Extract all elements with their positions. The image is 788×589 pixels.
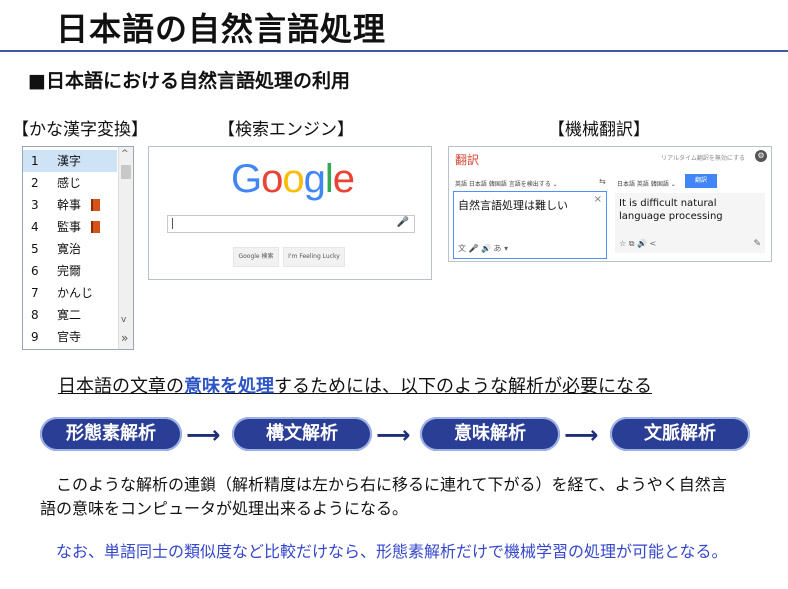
- logo-letter: G: [231, 157, 262, 201]
- ime-candidate[interactable]: 6 完爾: [23, 260, 117, 282]
- output-text: It is difficult natural language process…: [619, 198, 723, 222]
- translate-panel: 翻訳 リアルタイム翻訳を無効にする ⚙ 英語 日本語 韓国語 言語を検出する ⌄…: [448, 146, 772, 262]
- candidate-number: 3: [31, 198, 39, 212]
- swap-languages-icon[interactable]: ⇆: [599, 177, 606, 186]
- candidate-number: 9: [31, 330, 39, 344]
- logo-letter: l: [324, 157, 334, 201]
- candidate-number: 8: [31, 308, 39, 322]
- label-machine-translation: 【機械翻訳】: [548, 120, 650, 140]
- ime-candidate-window: 1 漢字 2 感じ 3 幹事 4 監事 5 寛治 6 完爾 7 かんじ 8 寛二 9 官寺 ^ v…: [22, 146, 134, 350]
- ime-candidate[interactable]: 4 監事: [23, 216, 117, 238]
- candidate-word: 感じ: [57, 176, 82, 190]
- source-language-tabs[interactable]: 英語 日本語 韓国語 言語を検出する ⌄: [455, 179, 558, 188]
- dictionary-book-icon[interactable]: [91, 199, 100, 211]
- paragraph-note: なお、単語同士の類似度など比較だけなら、形態素解析だけで機械学習の処理が可能とな…: [40, 542, 728, 561]
- expand-icon[interactable]: »: [121, 331, 128, 345]
- page-title: 日本語の自然言語処理: [56, 10, 387, 48]
- paragraph-analysis-chain: このような解析の連鎖（解析精度は左から右に移るに連れて下がる）を経て、ようやく自…: [40, 475, 727, 518]
- close-icon[interactable]: ×: [594, 194, 602, 205]
- candidate-number: 5: [31, 242, 39, 256]
- candidate-word: 幹事: [57, 198, 82, 212]
- flow-arrow-icon: ⟶: [186, 421, 221, 449]
- ime-candidate[interactable]: 8 寛二: [23, 304, 117, 326]
- ime-candidate[interactable]: 7 かんじ: [23, 282, 117, 304]
- candidate-number: 4: [31, 220, 39, 234]
- flow-step-morphological: 形態素解析: [40, 417, 182, 451]
- flow-step-syntactic: 構文解析: [232, 417, 372, 451]
- ime-candidate[interactable]: 5 寛治: [23, 238, 117, 260]
- pencil-icon[interactable]: ✎: [753, 239, 761, 249]
- source-tool-icons[interactable]: 文 🎤 🔊 あ ▾: [458, 243, 508, 254]
- candidate-word: 監事: [57, 220, 82, 234]
- logo-letter: o: [282, 157, 304, 201]
- label-kana-kanji: 【かな漢字変換】: [12, 120, 148, 140]
- candidate-number: 2: [31, 176, 39, 190]
- candidate-word: 漢字: [57, 154, 82, 168]
- candidate-word: かんじ: [57, 286, 94, 300]
- candidate-number: 1: [31, 154, 39, 168]
- logo-letter: e: [332, 157, 355, 201]
- logo-letter: o: [261, 157, 283, 201]
- label-search-engine: 【検索エンジン】: [218, 120, 354, 140]
- candidate-number: 6: [31, 264, 39, 278]
- realtime-toggle-link[interactable]: リアルタイム翻訳を無効にする: [661, 153, 745, 162]
- gear-icon[interactable]: ⚙: [755, 150, 767, 162]
- scroll-down-icon[interactable]: v: [121, 315, 126, 325]
- source-text-area[interactable]: 自然言語処理は難しい × 文 🎤 🔊 あ ▾: [453, 191, 607, 259]
- feeling-lucky-button[interactable]: I'm Feeling Lucky: [283, 247, 345, 267]
- flow-step-semantic: 意味解析: [420, 417, 560, 451]
- translate-logo: 翻訳: [455, 153, 480, 167]
- flow-step-context: 文脈解析: [610, 417, 750, 451]
- scroll-up-icon[interactable]: ^: [121, 149, 129, 159]
- ime-candidate[interactable]: 1 漢字: [23, 150, 117, 172]
- scroll-thumb[interactable]: [121, 165, 131, 179]
- key-statement: 日本語の文章の意味を処理するためには、以下のような解析が必要になる: [58, 372, 652, 398]
- google-search-panel: Google 🎤 Google 検索 I'm Feeling Lucky: [148, 146, 432, 280]
- candidate-word: 寛治: [57, 242, 82, 256]
- ime-candidate[interactable]: 9 官寺: [23, 326, 117, 348]
- candidate-word: 完爾: [57, 264, 82, 278]
- translation-output: It is difficult natural language process…: [615, 193, 765, 253]
- google-search-button[interactable]: Google 検索: [233, 247, 279, 267]
- logo-letter: g: [303, 157, 326, 201]
- search-input[interactable]: 🎤: [167, 215, 415, 233]
- statement-highlight: 意味を処理: [184, 376, 274, 397]
- dictionary-book-icon[interactable]: [91, 221, 100, 233]
- candidate-word: 寛二: [57, 308, 82, 322]
- text-cursor: [172, 218, 173, 229]
- flow-arrow-icon: ⟶: [376, 421, 411, 449]
- translate-button[interactable]: 翻訳: [685, 174, 717, 188]
- ime-candidate[interactable]: 3 幹事: [23, 194, 117, 216]
- section-subtitle: ■日本語における自然言語処理の利用: [28, 70, 350, 92]
- candidate-word: 官寺: [57, 330, 82, 344]
- title-bar: 日本語の自然言語処理: [0, 0, 788, 52]
- target-language-tabs[interactable]: 日本語 英語 韓国語 ⌄: [617, 179, 676, 188]
- output-tool-icons[interactable]: ☆ ⧉ 🔊 <: [619, 239, 656, 249]
- ime-scrollbar[interactable]: ^ v »: [118, 147, 133, 349]
- flow-arrow-icon: ⟶: [564, 421, 599, 449]
- ime-candidate[interactable]: 2 感じ: [23, 172, 117, 194]
- statement-after: するためには、以下のような解析が必要になる: [274, 376, 652, 397]
- mic-icon[interactable]: 🎤: [397, 217, 409, 228]
- statement-before: 日本語の文章の: [58, 376, 184, 397]
- source-text: 自然言語処理は難しい: [458, 199, 568, 212]
- candidate-number: 7: [31, 286, 39, 300]
- google-logo: Google: [231, 157, 355, 202]
